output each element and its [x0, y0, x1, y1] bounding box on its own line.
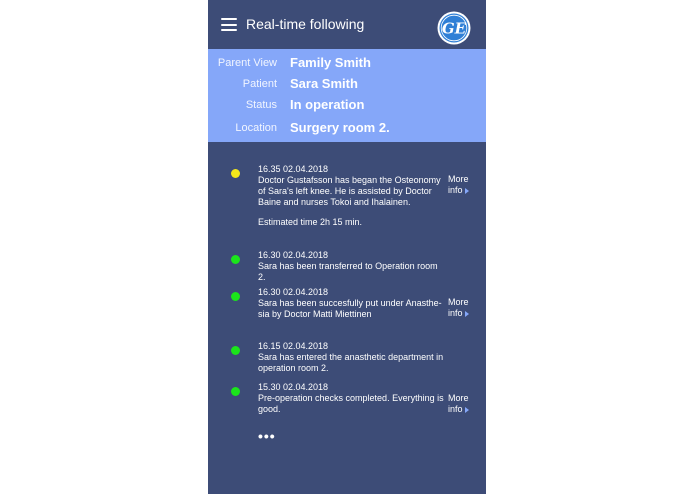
patient-info-panel: Parent View Family Smith Patient Sara Sm…	[208, 49, 486, 142]
more-info-label: More	[448, 297, 469, 307]
status-dot-done	[231, 255, 240, 264]
more-info-link[interactable]: More info	[448, 297, 478, 319]
event-timestamp: 15.30 02.04.2018	[258, 382, 329, 392]
event-estimated-time: Estimated time 2h 15 min.	[258, 217, 363, 227]
status-dot-done	[231, 292, 240, 301]
event-description: Sara has been transferred to Operation r…	[258, 261, 438, 282]
logo-text: GE	[442, 20, 467, 38]
page-title: Real-time following	[246, 16, 365, 32]
status-dot-done	[231, 346, 240, 355]
app-header: Real-time following GE	[208, 0, 486, 49]
status-dot-in-progress	[231, 169, 240, 178]
event-description: Sara has been succesfully put under Anas…	[258, 298, 442, 319]
more-info-link[interactable]: More info	[448, 393, 478, 415]
event-timestamp: 16.30 02.04.2018	[258, 287, 329, 297]
status-value: In operation	[290, 97, 365, 112]
patient-label: Patient	[242, 78, 277, 90]
more-info-label: More	[448, 393, 469, 403]
more-info-label: More	[448, 174, 469, 184]
app-screen: Real-time following GE Parent View Famil…	[208, 0, 486, 494]
status-dot-done	[231, 387, 240, 396]
event-description: Doctor Gustafsson has began the Osteonom…	[258, 175, 441, 207]
more-info-link[interactable]: More info	[448, 174, 478, 196]
event-description: Pre-operation checks completed. Everythi…	[258, 393, 444, 414]
ge-logo-icon: GE	[437, 11, 471, 45]
load-more-ellipsis[interactable]: •••	[258, 428, 276, 444]
info-row-parent-view: Parent View Family Smith	[208, 54, 486, 74]
parent-view-value: Family Smith	[290, 55, 371, 70]
chevron-right-icon	[464, 310, 469, 317]
more-info-label: info	[448, 404, 463, 414]
event-timestamp: 16.30 02.04.2018	[258, 250, 329, 260]
hamburger-menu-icon[interactable]	[221, 18, 237, 31]
more-info-label: info	[448, 185, 463, 195]
event-description: Sara has entered the anasthetic departme…	[258, 352, 444, 373]
status-label: Status	[245, 99, 277, 111]
info-row-location: Location Surgery room 2.	[208, 119, 486, 139]
event-timestamp: 16.35 02.04.2018	[258, 164, 329, 174]
location-label: Location	[235, 122, 277, 134]
event-timestamp: 16.15 02.04.2018	[258, 341, 329, 351]
patient-value: Sara Smith	[290, 76, 358, 91]
location-value: Surgery room 2.	[290, 120, 390, 135]
more-info-label: info	[448, 308, 463, 318]
chevron-right-icon	[464, 187, 469, 194]
info-row-status: Status In operation	[208, 96, 486, 116]
chevron-right-icon	[464, 406, 469, 413]
info-row-patient: Patient Sara Smith	[208, 75, 486, 95]
parent-view-label: Parent View	[217, 57, 277, 69]
